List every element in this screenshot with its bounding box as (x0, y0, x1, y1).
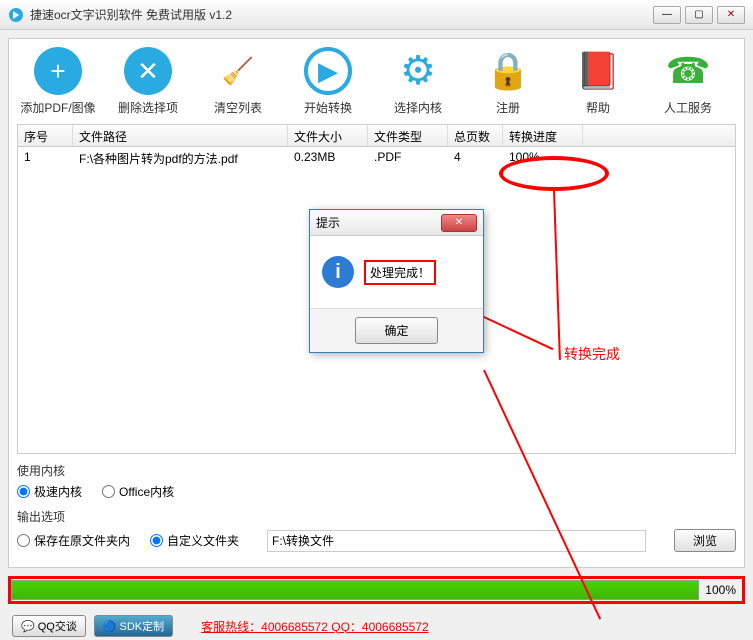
titlebar: 捷速ocr文字识别软件 免费试用版 v1.2 — ▢ ✕ (0, 0, 753, 30)
help-button[interactable]: 📕帮助 (557, 47, 639, 116)
start-button[interactable]: ▶开始转换 (287, 47, 369, 116)
info-icon: i (322, 256, 354, 288)
col-seq[interactable]: 序号 (18, 125, 73, 146)
close-button[interactable]: ✕ (717, 6, 745, 24)
main-panel: +添加PDF/图像 ✕删除选择项 🧹清空列表 ▶开始转换 ⚙选择内核 🔒注册 📕… (8, 38, 745, 568)
office-kernel-radio[interactable]: Office内核 (102, 483, 174, 500)
app-icon (8, 7, 24, 23)
browse-button[interactable]: 浏览 (674, 529, 736, 552)
col-pages[interactable]: 总页数 (448, 125, 503, 146)
progress-bar-container: 100% (8, 576, 745, 604)
col-size[interactable]: 文件大小 (288, 125, 368, 146)
col-path[interactable]: 文件路径 (73, 125, 288, 146)
kernel-section: 使用内核 极速内核 Office内核 (17, 462, 736, 500)
clear-button[interactable]: 🧹清空列表 (197, 47, 279, 116)
dialog-close-button[interactable]: ✕ (441, 214, 477, 232)
footer: 💬 QQ交谈 🔵 SDK定制 客服热线：4006685572 QQ：400668… (0, 612, 753, 640)
hotline-link[interactable]: 客服热线：4006685572 QQ：4006685572 (201, 618, 428, 635)
service-button[interactable]: ☎人工服务 (647, 47, 729, 116)
original-folder-radio[interactable]: 保存在原文件夹内 (17, 532, 130, 549)
output-path-input[interactable] (267, 530, 646, 552)
qq-chat-button[interactable]: 💬 QQ交谈 (12, 615, 86, 637)
kernel-button[interactable]: ⚙选择内核 (377, 47, 459, 116)
output-section: 输出选项 保存在原文件夹内 自定义文件夹 浏览 (17, 508, 736, 552)
col-type[interactable]: 文件类型 (368, 125, 448, 146)
progress-bar (11, 580, 699, 600)
message-dialog: 提示 ✕ i 处理完成！ 确定 (309, 209, 484, 353)
progress-text: 100% (699, 583, 742, 597)
window-title: 捷速ocr文字识别软件 免费试用版 v1.2 (30, 6, 653, 23)
register-button[interactable]: 🔒注册 (467, 47, 549, 116)
sdk-button[interactable]: 🔵 SDK定制 (94, 615, 173, 637)
fast-kernel-radio[interactable]: 极速内核 (17, 483, 82, 500)
kernel-label: 使用内核 (17, 462, 736, 479)
maximize-button[interactable]: ▢ (685, 6, 713, 24)
minimize-button[interactable]: — (653, 6, 681, 24)
toolbar: +添加PDF/图像 ✕删除选择项 🧹清空列表 ▶开始转换 ⚙选择内核 🔒注册 📕… (17, 47, 736, 124)
dialog-title: 提示 (316, 214, 441, 231)
add-file-button[interactable]: +添加PDF/图像 (17, 47, 99, 116)
dialog-message: 处理完成！ (364, 260, 436, 285)
delete-button[interactable]: ✕删除选择项 (107, 47, 189, 116)
custom-folder-radio[interactable]: 自定义文件夹 (150, 532, 239, 549)
table-row[interactable]: 1 F:\各种图片转为pdf的方法.pdf 0.23MB .PDF 4 100% (18, 147, 735, 169)
output-label: 输出选项 (17, 508, 736, 525)
ok-button[interactable]: 确定 (355, 317, 437, 344)
col-progress[interactable]: 转换进度 (503, 125, 583, 146)
